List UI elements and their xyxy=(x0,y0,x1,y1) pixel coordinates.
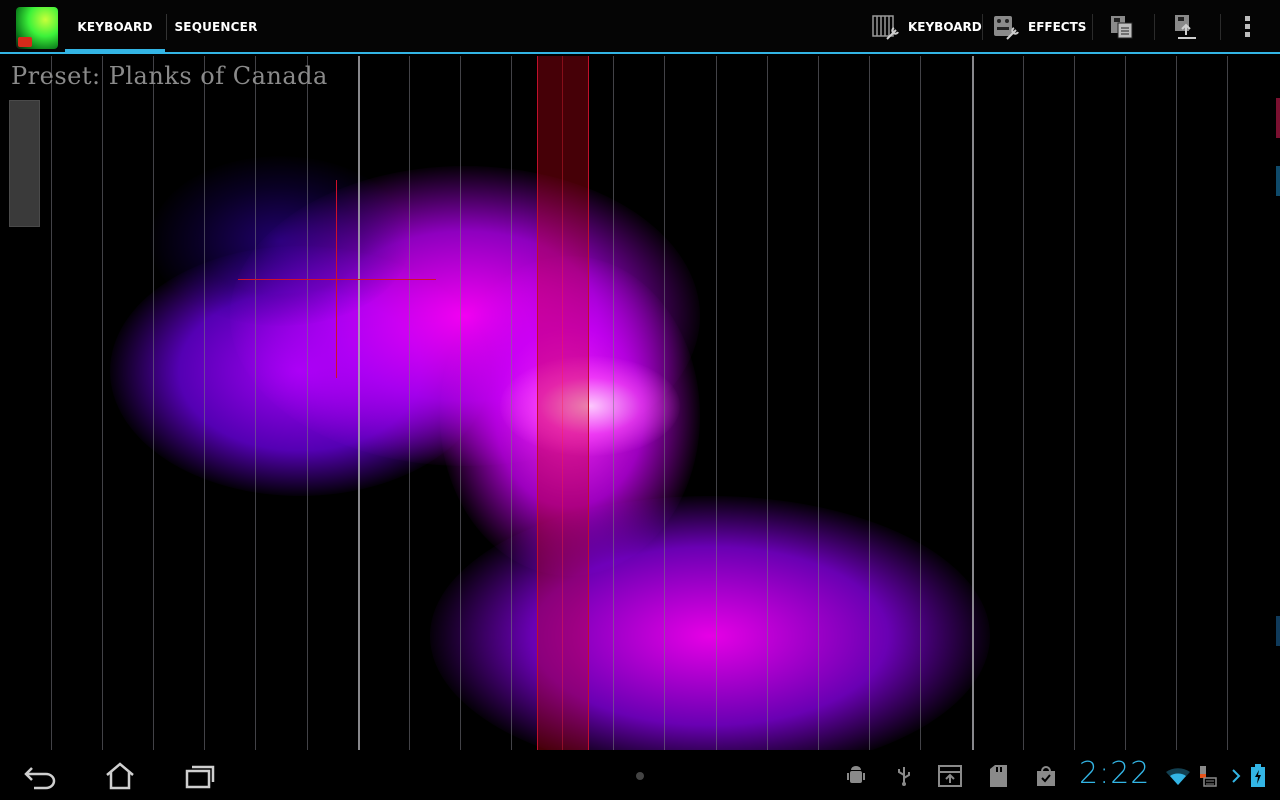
back-button[interactable] xyxy=(20,760,60,792)
tab-keyboard[interactable]: KEYBOARD xyxy=(65,0,165,54)
key-line xyxy=(1176,56,1177,750)
key-line xyxy=(153,56,154,750)
tab-sequencer[interactable]: SEQUENCER xyxy=(170,0,262,54)
key-line xyxy=(767,56,768,750)
key-line xyxy=(1125,56,1126,750)
battery-icon xyxy=(1244,762,1272,790)
key-line xyxy=(664,56,665,750)
selected-tab-indicator xyxy=(65,49,165,54)
menu-dot[interactable] xyxy=(636,772,644,780)
active-key-center-line xyxy=(562,56,563,750)
recent-apps-button[interactable] xyxy=(180,760,220,792)
app-logo-icon[interactable] xyxy=(16,7,58,49)
action-bar: KEYBOARD SEQUENCER KEYBOARD EFFECTS xyxy=(0,0,1280,54)
back-icon xyxy=(22,762,58,790)
sd-card-icon[interactable] xyxy=(984,762,1012,790)
key-line xyxy=(716,56,717,750)
key-line xyxy=(1023,56,1024,750)
key-line xyxy=(102,56,103,750)
action-divider xyxy=(1220,14,1221,40)
wifi-icon xyxy=(1164,762,1192,790)
overflow-menu-icon xyxy=(1244,14,1252,40)
save-preset-button[interactable] xyxy=(1104,0,1140,54)
load-preset-icon xyxy=(1172,13,1200,41)
usb-icon[interactable] xyxy=(890,762,918,790)
save-preset-icon xyxy=(1108,13,1136,41)
action-divider xyxy=(1154,14,1155,40)
tab-divider xyxy=(166,14,167,40)
key-line xyxy=(1227,56,1228,750)
key-line xyxy=(204,56,205,750)
home-icon xyxy=(104,761,136,791)
action-divider xyxy=(1092,14,1093,40)
glow-blob xyxy=(150,156,410,326)
key-line xyxy=(818,56,819,750)
key-line xyxy=(920,56,921,750)
keyboard-play-surface[interactable]: Preset: Planks of Canada xyxy=(0,56,1280,750)
preset-name-label: Preset: Planks of Canada xyxy=(11,62,328,90)
effects-label: EFFECTS xyxy=(1028,20,1087,34)
recent-apps-icon xyxy=(184,762,216,790)
tab-sequencer-label: SEQUENCER xyxy=(174,20,258,34)
side-slider-handle[interactable] xyxy=(9,100,40,227)
tab-keyboard-label: KEYBOARD xyxy=(77,20,153,34)
key-line xyxy=(51,56,52,750)
system-navigation-bar: 2:22 xyxy=(0,750,1280,800)
key-line xyxy=(869,56,870,750)
android-debug-icon[interactable] xyxy=(842,762,870,790)
active-key-highlight xyxy=(537,56,589,750)
effects-icon xyxy=(990,12,1020,42)
keyboard-settings-button[interactable]: KEYBOARD xyxy=(870,0,982,54)
keyboard-settings-label: KEYBOARD xyxy=(908,20,982,34)
edge-indicator xyxy=(1276,166,1280,196)
key-line xyxy=(613,56,614,750)
glow-blob xyxy=(500,356,680,456)
key-line xyxy=(409,56,410,750)
key-line xyxy=(307,56,308,750)
keyboard-icon xyxy=(1192,762,1220,790)
action-divider xyxy=(982,14,983,40)
key-line xyxy=(255,56,256,750)
effects-button[interactable]: EFFECTS xyxy=(990,0,1086,54)
overflow-menu-button[interactable] xyxy=(1236,0,1260,54)
key-line xyxy=(1074,56,1075,750)
download-icon[interactable] xyxy=(936,762,964,790)
keyboard-settings-icon xyxy=(870,12,900,42)
octave-line xyxy=(358,56,360,750)
octave-line xyxy=(972,56,974,750)
edge-indicator xyxy=(1276,616,1280,646)
edge-indicator xyxy=(1276,98,1280,138)
touch-crosshair-vertical xyxy=(336,180,337,378)
key-line xyxy=(460,56,461,750)
status-clock[interactable]: 2:22 xyxy=(1079,756,1150,791)
shopping-bag-icon[interactable] xyxy=(1032,762,1060,790)
key-line xyxy=(511,56,512,750)
home-button[interactable] xyxy=(100,760,140,792)
touch-crosshair-horizontal xyxy=(238,279,436,280)
load-preset-button[interactable] xyxy=(1168,0,1204,54)
